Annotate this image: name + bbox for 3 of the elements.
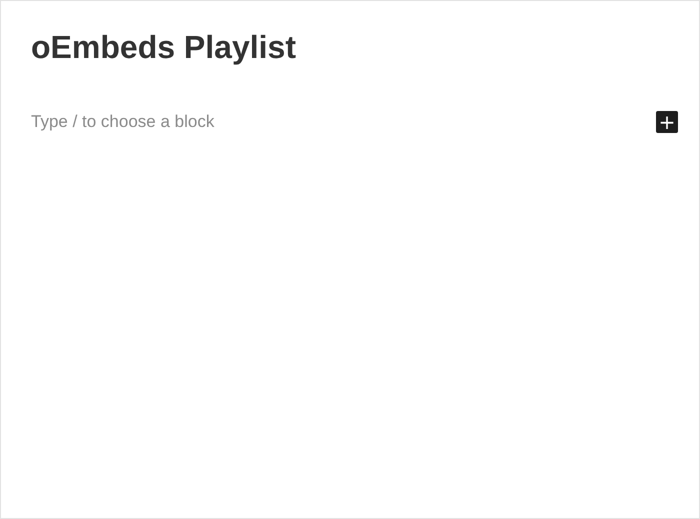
add-block-button[interactable]: + <box>656 111 678 133</box>
post-title[interactable]: oEmbeds Playlist <box>31 25 678 69</box>
block-input-field[interactable]: Type / to choose a block <box>31 112 431 132</box>
